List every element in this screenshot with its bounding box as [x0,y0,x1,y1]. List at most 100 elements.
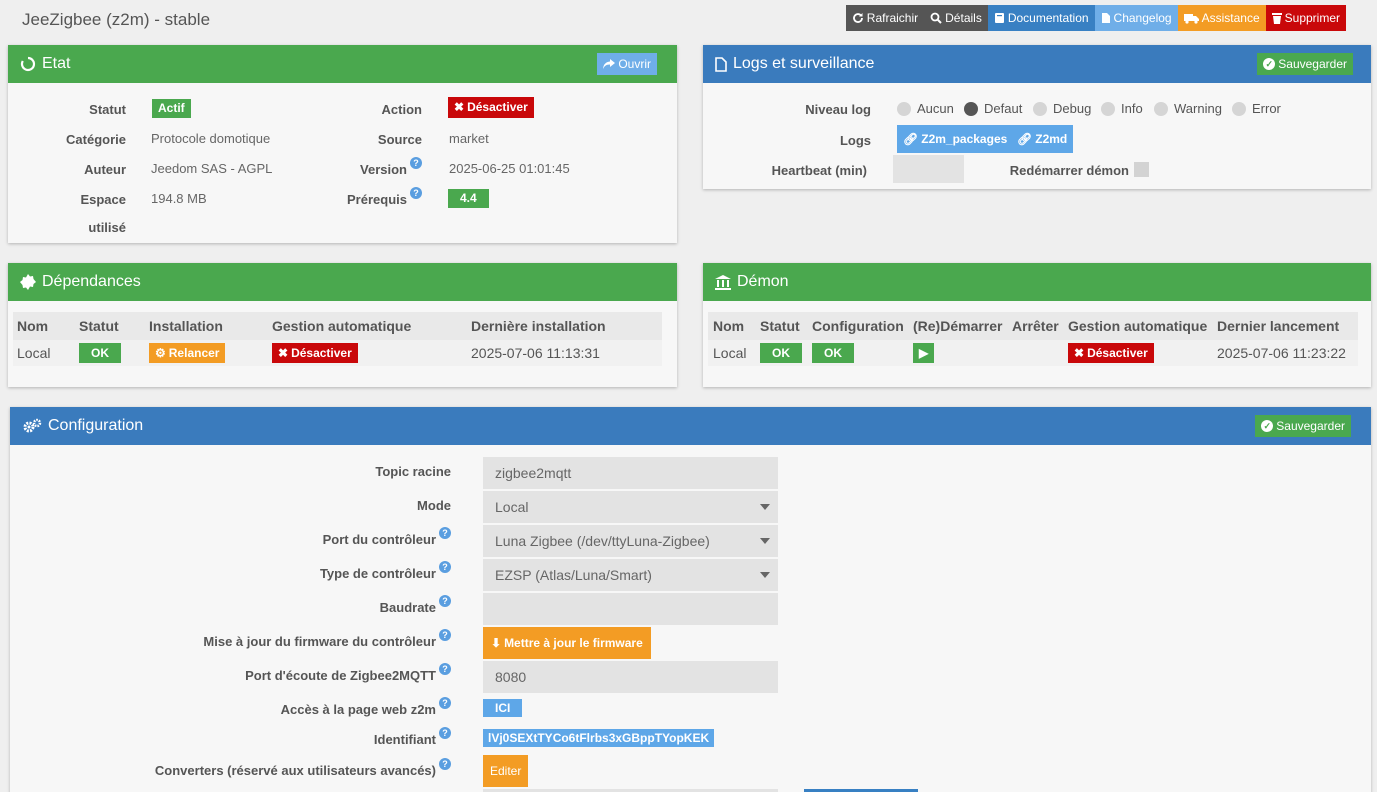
version-value: 2025-06-25 01:01:45 [449,161,570,176]
version-label: Version? [308,157,422,177]
help-icon[interactable]: ? [439,527,451,539]
help-icon[interactable]: ? [439,629,451,641]
documentation-button[interactable]: Documentation [987,5,1095,31]
close-icon: ✖ [1074,346,1085,360]
logs-header: Logs et surveillance ✓ Sauvegarder [703,45,1371,83]
close-icon: ✖ [278,346,289,360]
dep-disable-button[interactable]: ✖ Désactiver [272,343,358,363]
log-level-warning[interactable]: Warning [1154,101,1222,116]
identifiant-label: Identifiant? [374,727,451,747]
log-level-info[interactable]: Info [1101,101,1143,116]
logs-label: Logs [839,133,871,148]
dep-relancer-button[interactable]: ⚙︎ Relancer [149,343,226,363]
col-dernier: Dernier lancement [1217,318,1340,334]
niveau-log-label: Niveau log [805,102,871,117]
dependances-header: Dépendances [8,263,677,301]
log-z2m-packages-button[interactable]: 🔗︎ Z2m_packages [897,125,1014,153]
play-icon: ▶ [919,346,929,360]
topic-input[interactable]: zigbee2mqtt [483,457,778,489]
mode-select[interactable]: Local [483,491,778,523]
logs-save-button[interactable]: ✓ Sauvegarder [1257,53,1353,75]
categorie-value: Protocole domotique [151,131,271,146]
categorie-label: Catégorie [66,132,126,147]
search-icon [930,12,942,24]
log-level-error[interactable]: Error [1232,101,1281,116]
details-button[interactable]: Détails [924,5,988,31]
help-icon[interactable]: ? [439,561,451,573]
help-icon[interactable]: ? [410,157,422,169]
help-icon[interactable]: ? [439,663,451,675]
converters-label: Converters (réservé aux utilisateurs ava… [155,758,451,778]
file-icon [1101,13,1110,23]
web-ici-button[interactable]: ICI [483,699,523,717]
help-icon[interactable]: ? [439,727,451,739]
configuration-panel: Configuration ✓ Sauvegarder Topic racine… [10,407,1371,792]
check-circle-icon: ✓ [1261,420,1274,432]
dep-status-badge: OK [79,343,121,363]
demon-start-button[interactable]: ▶ [913,343,935,363]
col-arreter: Arrêter [1012,318,1059,334]
configuration-header: Configuration ✓ Sauvegarder [10,407,1371,445]
type-select[interactable]: EZSP (Atlas/Luna/Smart) [483,559,778,591]
share-icon [603,59,616,69]
log-z2md-button[interactable]: 🔗︎ Z2md [1011,125,1074,153]
listen-port-input[interactable]: 8080 [483,661,778,693]
dependances-panel: Dépendances Nom Statut Installation Gest… [8,263,677,387]
help-icon[interactable]: ? [410,187,422,199]
log-level-debug[interactable]: Debug [1033,101,1091,116]
changelog-button[interactable]: Changelog [1094,5,1178,31]
log-level-defaut[interactable]: Defaut [964,101,1022,116]
assistance-button[interactable]: Assistance [1177,5,1266,31]
certificate-icon [20,274,36,290]
open-button[interactable]: Ouvrir [597,53,657,75]
col-derniere: Dernière installation [471,318,606,334]
refresh-icon [852,13,863,23]
dependances-table: Nom Statut Installation Gestion automati… [13,312,662,366]
delete-button[interactable]: Supprimer [1265,5,1346,31]
restart-daemon-checkbox[interactable] [1134,162,1149,177]
baudrate-input[interactable] [483,593,778,625]
col-gestion: Gestion automatique [1068,318,1208,334]
dep-derniere: 2025-07-06 11:13:31 [471,345,600,361]
demon-disable-button[interactable]: ✖ Désactiver [1068,343,1154,363]
paperclip-icon: 🔗︎ [903,131,919,146]
page-title: JeeZigbee (z2m) - stable [22,10,211,29]
log-level-aucun[interactable]: Aucun [897,101,954,116]
demon-config-badge: OK [812,343,854,363]
help-icon[interactable]: ? [439,697,451,709]
circle-notch-icon [20,56,36,72]
logs-title: Logs et surveillance [733,55,875,72]
demon-status-badge: OK [760,343,802,363]
heartbeat-input[interactable] [893,155,964,183]
mode-label: Mode [417,498,451,513]
heartbeat-label: Heartbeat (min) [771,163,867,178]
auteur-value: Jeedom SAS - AGPL [151,161,273,176]
paperclip-icon: 🔗︎ [1017,131,1033,146]
action-label: Action [381,102,422,117]
help-icon[interactable]: ? [439,595,451,607]
statut-label: Statut [89,102,126,117]
identifiant-badge: lVj0SEXtTYCo6tFlrbs3xGBppTYopKEK [483,729,715,747]
web-access-label: Accès à la page web z2m? [281,697,451,717]
firmware-update-button[interactable]: ⬇︎ Mettre à jour le firmware [483,627,651,659]
config-save-button[interactable]: ✓ Sauvegarder [1255,415,1351,437]
truck-icon [1183,14,1199,24]
demon-dernier: 2025-07-06 11:23:22 [1217,345,1346,361]
col-installation: Installation [149,318,223,334]
top-toolbar: Rafraichir Détails Documentation Changel… [845,5,1346,31]
port-select[interactable]: Luna Zigbee (/dev/ttyLuna-Zigbee) [483,525,778,557]
action-disable-button[interactable]: ✖ Désactiver [448,97,534,118]
espace-label-2: utilisé [88,220,126,235]
converters-edit-button[interactable]: Editer [483,755,529,787]
col-nom: Nom [17,318,49,334]
demon-nom: Local [713,345,747,361]
refresh-button[interactable]: Rafraichir [845,5,925,31]
espace-label: Espace [80,192,126,207]
file-icon [715,56,727,72]
help-icon[interactable]: ? [439,758,451,770]
cogs-icon [23,418,42,433]
demon-title: Démon [737,273,789,290]
topic-label: Topic racine [375,464,451,479]
demon-table: Nom Statut Configuration (Re)Démarrer Ar… [708,312,1358,366]
bank-icon [715,274,731,290]
